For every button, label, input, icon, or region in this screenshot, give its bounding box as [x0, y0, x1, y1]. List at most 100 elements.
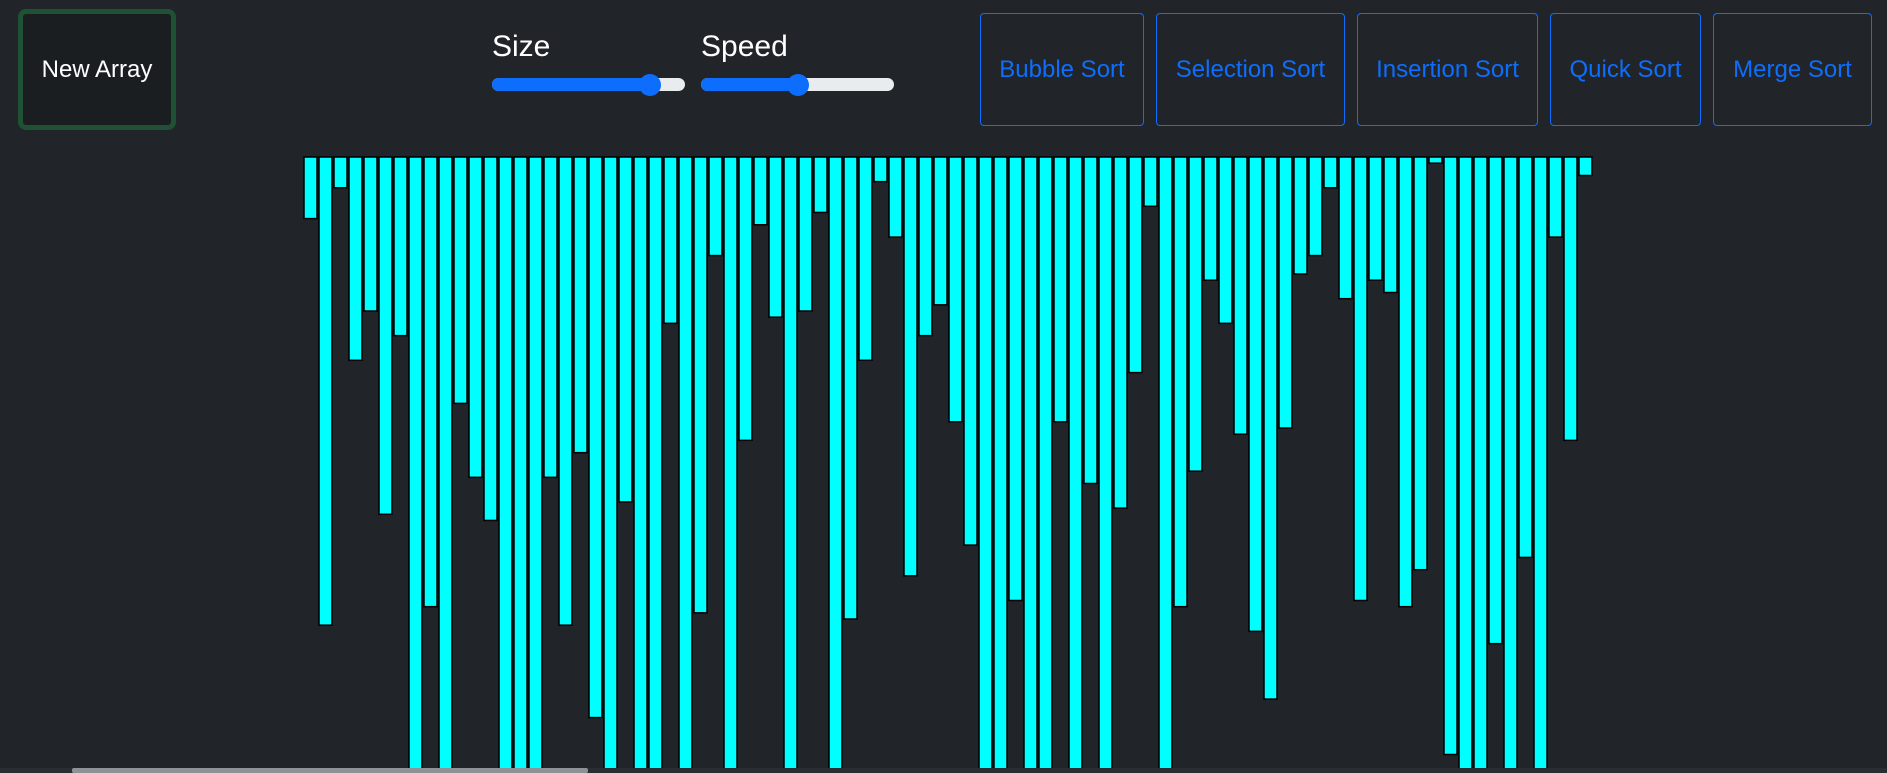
size-control: Size [492, 30, 685, 96]
array-bar [663, 156, 678, 325]
selection-sort-button[interactable]: Selection Sort [1156, 13, 1345, 126]
array-bar [1053, 156, 1068, 423]
array-bar [1023, 156, 1038, 773]
quick-sort-button[interactable]: Quick Sort [1550, 13, 1701, 126]
array-bar [1098, 156, 1113, 773]
array-bar [528, 156, 543, 773]
array-bar [813, 156, 828, 214]
array-bar [858, 156, 873, 362]
array-bar [963, 156, 978, 546]
array-bar [1548, 156, 1563, 238]
array-bar [513, 156, 528, 773]
array-bar [1533, 156, 1548, 773]
merge-sort-button[interactable]: Merge Sort [1713, 13, 1872, 126]
array-bar [543, 156, 558, 479]
array-bar [1308, 156, 1323, 257]
array-bar [393, 156, 408, 337]
array-bar [1038, 156, 1053, 773]
array-bar [318, 156, 333, 626]
array-bar [693, 156, 708, 614]
array-bar [1233, 156, 1248, 435]
array-bar [783, 156, 798, 773]
array-bar [888, 156, 903, 238]
array-bar [483, 156, 498, 522]
array-bar [378, 156, 393, 516]
array-bar [468, 156, 483, 479]
array-bar [1368, 156, 1383, 281]
size-slider[interactable] [492, 73, 685, 96]
array-bar [408, 156, 423, 773]
speed-slider-thumb[interactable] [786, 73, 809, 96]
array-bar [933, 156, 948, 306]
array-bar [573, 156, 588, 454]
array-bar [1158, 156, 1173, 773]
array-bar [978, 156, 993, 773]
array-bar [1068, 156, 1083, 773]
array-bar [423, 156, 438, 608]
array-bar [1263, 156, 1278, 700]
array-bar [1278, 156, 1293, 429]
array-bar [453, 156, 468, 405]
array-bar [1473, 156, 1488, 773]
speed-control: Speed [701, 30, 894, 96]
array-bar [1518, 156, 1533, 559]
array-bar [333, 156, 348, 189]
array-bar [1578, 156, 1593, 177]
array-bar [1173, 156, 1188, 608]
array-bar [678, 156, 693, 773]
scrollbar-thumb[interactable] [72, 768, 588, 773]
new-array-button[interactable]: New Array [18, 9, 176, 130]
array-bar [753, 156, 768, 226]
array-bar [1398, 156, 1413, 608]
array-bar [798, 156, 813, 312]
array-bar [1338, 156, 1353, 300]
array-bar [1113, 156, 1128, 509]
array-bar [723, 156, 738, 773]
array-bar [1083, 156, 1098, 485]
array-bar [633, 156, 648, 773]
array-bar [438, 156, 453, 773]
array-bar [363, 156, 378, 312]
array-bar [1248, 156, 1263, 633]
array-bar [1293, 156, 1308, 275]
speed-label: Speed [701, 30, 788, 63]
array-bar [708, 156, 723, 257]
speed-slider-fill [701, 78, 798, 91]
array-bar [1458, 156, 1473, 773]
array-bar [603, 156, 618, 773]
horizontal-scrollbar[interactable] [0, 768, 1887, 773]
array-bar [1353, 156, 1368, 602]
array-bar [1383, 156, 1398, 294]
array-bar [1218, 156, 1233, 325]
insertion-sort-button[interactable]: Insertion Sort [1357, 13, 1538, 126]
array-bar [1428, 156, 1443, 164]
array-bar [498, 156, 513, 773]
array-bar [648, 156, 663, 773]
array-bar [1563, 156, 1578, 442]
array-bar [1188, 156, 1203, 472]
bubble-sort-button[interactable]: Bubble Sort [980, 13, 1144, 126]
array-bar [1128, 156, 1143, 374]
size-slider-thumb[interactable] [639, 73, 662, 96]
array-bar [948, 156, 963, 423]
array-bar [348, 156, 363, 362]
size-label: Size [492, 30, 551, 63]
array-bar [843, 156, 858, 620]
array-bar [1323, 156, 1338, 189]
array-bar [1503, 156, 1518, 773]
array-bar [918, 156, 933, 337]
array-bar [618, 156, 633, 503]
array-bar [903, 156, 918, 577]
array-bar [558, 156, 573, 626]
array-bar [993, 156, 1008, 773]
array-bar [1008, 156, 1023, 602]
array-bar [1143, 156, 1158, 208]
speed-slider[interactable] [701, 73, 894, 96]
array-bar [1443, 156, 1458, 756]
array-bar [1488, 156, 1503, 645]
array-bar [738, 156, 753, 442]
array-bar [1203, 156, 1218, 281]
array-bar [768, 156, 783, 318]
size-slider-fill [492, 78, 651, 91]
array-bar [828, 156, 843, 773]
